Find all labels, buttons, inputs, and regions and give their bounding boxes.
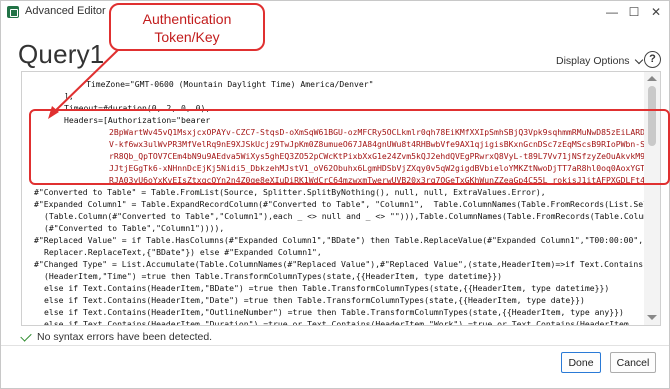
window-title: Advanced Editor: [25, 5, 106, 17]
scroll-down-arrow-icon[interactable]: [647, 315, 657, 320]
scroll-up-arrow-icon[interactable]: [647, 76, 657, 81]
scroll-thumb[interactable]: [648, 86, 656, 146]
annotation-line-1: Authentication: [142, 11, 232, 27]
display-options-dropdown[interactable]: Display Options: [556, 55, 643, 67]
footer-divider: [1, 345, 669, 346]
syntax-status-text: No syntax errors have been detected.: [37, 331, 213, 343]
code-line-token[interactable]: 2BpWartWv45vQ1MsxjcxOPAYv-CZC7-StqsD-oXm…: [109, 126, 660, 138]
code-line[interactable]: else if Text.Contains(HeaderItem,"Durati…: [44, 318, 634, 325]
code-line[interactable]: #"Replaced Value" = if Table.HasColumns(…: [34, 234, 658, 246]
minimize-button[interactable]: —: [601, 3, 623, 21]
query-name-title: Query1: [18, 39, 105, 69]
code-line[interactable]: (HeaderItem,"Time") =true then Table.Tra…: [44, 270, 502, 282]
code-line[interactable]: ],: [64, 90, 74, 102]
code-line[interactable]: Headers=[Authorization="bearer: [64, 114, 210, 126]
code-line[interactable]: #"Expanded Column1" = Table.ExpandRecord…: [34, 198, 660, 210]
code-line-token[interactable]: V-kf6wx3ulWvPR3MfVelRq9nE9XJSkUcjz9TwJpK…: [109, 138, 660, 150]
code-line[interactable]: Timeout=#duration(0, 2, 0, 0),: [64, 102, 210, 114]
editor-scrollbar[interactable]: [644, 72, 660, 325]
code-line[interactable]: (Table.Column(#"Converted to Table","Col…: [44, 210, 653, 222]
code-line[interactable]: else if Text.Contains(HeaderItem,"BDate"…: [44, 282, 609, 294]
title-bar: Advanced Editor — ☐ ✕: [1, 1, 669, 23]
code-line-token[interactable]: RJA03yU6oYxKvEIsZtxgcQYn2n4Z0ge8eXIuDiRK…: [109, 174, 660, 186]
code-line[interactable]: else if Text.Contains(HeaderItem,"Date")…: [44, 294, 585, 306]
chevron-down-icon: [634, 55, 643, 64]
excel-app-icon: [7, 6, 19, 18]
maximize-button[interactable]: ☐: [623, 3, 645, 21]
code-line[interactable]: #"Converted to Table" = Table.FromList(S…: [34, 186, 546, 198]
annotation-callout: Authentication Token/Key: [109, 3, 265, 51]
code-line[interactable]: else if Text.Contains(HeaderItem,"Outlin…: [44, 306, 624, 318]
code-line[interactable]: #"Changed Type" = List.Accumulate(Table.…: [34, 258, 643, 270]
done-button[interactable]: Done: [561, 352, 601, 373]
display-options-label: Display Options: [556, 55, 630, 67]
annotation-line-2: Token/Key: [154, 29, 220, 45]
help-icon[interactable]: ?: [644, 51, 661, 68]
check-icon: [20, 329, 32, 342]
syntax-status: No syntax errors have been detected.: [20, 329, 213, 343]
code-editor[interactable]: TimeZone="GMT-0600 (Mountain Daylight Ti…: [21, 71, 661, 326]
advanced-editor-window: Advanced Editor — ☐ ✕ Query1 Display Opt…: [0, 0, 670, 389]
code-line[interactable]: TimeZone="GMT-0600 (Mountain Daylight Ti…: [86, 78, 374, 90]
code-line-token[interactable]: rR8Qb_QpTOV7CEm4bN9u9AEdva5WiXys5ghEQ3ZO…: [109, 150, 660, 162]
code-line[interactable]: (#"Converted to Table","Column1")))),: [44, 222, 224, 234]
close-button[interactable]: ✕: [645, 3, 667, 21]
code-line-token[interactable]: JJtjEGgTk6-xNHnnDcEjKj5Nidi5_DbkzehMJstV…: [109, 162, 660, 174]
cancel-button[interactable]: Cancel: [610, 352, 656, 373]
code-line[interactable]: Replacer.ReplaceText,{"BDate"}) else #"E…: [44, 246, 322, 258]
